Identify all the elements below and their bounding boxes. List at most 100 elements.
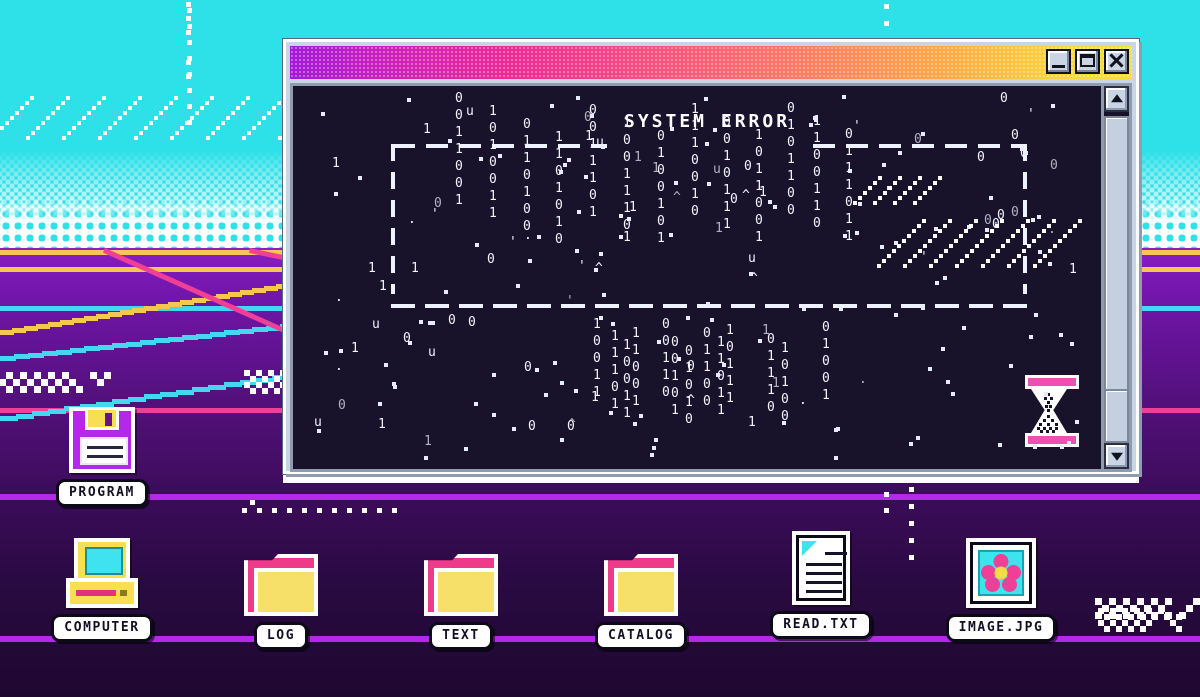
image-file-icon[interactable] [941, 530, 1061, 608]
binary-glyph: 1 [691, 136, 699, 151]
folder-icon[interactable] [401, 538, 521, 616]
streak-pixel [0, 126, 4, 130]
binary-glyph: 0 [623, 355, 631, 370]
desktop-icon-log[interactable]: LOG [221, 538, 341, 650]
streak-pixel [236, 106, 240, 110]
hourglass-sand-pixel [1039, 423, 1042, 426]
binary-glyph: 1 [813, 182, 821, 197]
document-icon[interactable] [792, 531, 850, 605]
checkerboard-dissolve [1095, 598, 1200, 619]
binary-glyph: 0 [787, 101, 795, 116]
binary-glyph: 0 [781, 358, 789, 373]
scroll-down-arrow[interactable] [1104, 443, 1129, 469]
minimize-button[interactable] [1046, 49, 1071, 74]
folder-icon[interactable] [221, 538, 341, 616]
noise-pixel [599, 252, 603, 256]
close-button[interactable] [1104, 49, 1129, 74]
binary-glyph: 1 [723, 217, 731, 232]
streak-pixel [61, 101, 65, 105]
streak-pixel [170, 136, 174, 140]
desktop-icon-catalog[interactable]: CATALOG [581, 538, 701, 650]
vertical-scrollbar[interactable] [1101, 86, 1129, 469]
noise-pixel [1029, 335, 1033, 339]
binary-glyph: 0 [703, 326, 711, 341]
image-frame [970, 542, 1032, 604]
binary-glyph: 0 [723, 166, 731, 181]
binary-glyph: 1 [845, 144, 853, 159]
noise-pixel [858, 202, 862, 206]
binary-glyph: 0 [657, 214, 665, 229]
folder-icon[interactable] [244, 554, 318, 616]
system-error-window[interactable]: SYSTEM ERROR 001100110011101001111001011… [283, 39, 1139, 474]
desktop-icon-image-jpg[interactable]: IMAGE.JPG [941, 530, 1061, 642]
noise-pixel [916, 436, 920, 440]
noise-pixel [935, 281, 939, 285]
computer-icon[interactable] [42, 530, 162, 608]
hourglass-sand-pixel [1049, 405, 1052, 408]
noise-pixel [317, 429, 321, 433]
binary-glyph: 1 [755, 162, 763, 177]
desktop-icon-computer[interactable]: COMPUTER [42, 530, 162, 642]
scroll-up-arrow[interactable] [1104, 86, 1129, 112]
binary-glyph: 1 [691, 187, 699, 202]
noise-pixel [321, 112, 325, 116]
binary-glyph: 1 [717, 386, 725, 401]
binary-glyph: 0 [845, 127, 853, 142]
noise-pixel [670, 127, 674, 131]
streak-pixel [262, 116, 266, 120]
binary-glyph: 0 [703, 394, 711, 409]
binary-glyph: 1 [623, 406, 631, 421]
streak-pixel [185, 121, 189, 125]
folder-icon[interactable] [604, 554, 678, 616]
binary-glyph: 0 [671, 386, 679, 401]
binary-glyph: 0 [489, 155, 497, 170]
streak-pixel [128, 106, 132, 110]
streak-pixel [41, 121, 45, 125]
noise-pixel [1031, 218, 1035, 222]
streak-pixel [134, 136, 138, 140]
floppy-disk-icon[interactable] [42, 395, 162, 473]
document-icon[interactable] [761, 527, 881, 605]
computer-icon[interactable] [66, 538, 138, 608]
folder-icon[interactable] [581, 538, 701, 616]
binary-glyph: 0 [593, 334, 601, 349]
binary-glyph: 1 [726, 374, 734, 389]
window-titlebar[interactable] [290, 46, 1132, 79]
streak-pixel [159, 111, 163, 115]
noise-pixel [619, 235, 623, 239]
hourglass-sand-pixel [1055, 427, 1058, 430]
noise-pixel [713, 128, 717, 132]
noise-pixel [535, 368, 539, 372]
grid-horizontal-line [0, 494, 1200, 500]
desktop-icon-label: IMAGE.JPG [945, 614, 1057, 642]
binary-glyph: 1 [726, 391, 734, 406]
maximize-button[interactable] [1075, 49, 1100, 74]
noise-pixel [650, 453, 654, 457]
folder-icon[interactable] [424, 554, 498, 616]
binary-glyph: 1 [634, 150, 642, 165]
binary-glyph: 1 [781, 375, 789, 390]
binary-glyph: 0 [455, 91, 463, 106]
binary-glyph: 0 [691, 153, 699, 168]
noise-pixel [654, 438, 658, 442]
image-file-icon[interactable] [966, 538, 1036, 608]
desktop-icon-read-txt[interactable]: READ.TXT [761, 527, 881, 639]
noise-pixel [474, 402, 478, 406]
binary-glyph: ' [431, 207, 439, 222]
scrollbar-track[interactable] [1104, 112, 1129, 443]
desktop-icon-program[interactable]: PROGRAM [42, 395, 162, 507]
floppy-disk-icon[interactable] [69, 407, 135, 473]
noise-pixel [894, 313, 898, 317]
desktop-icon-text[interactable]: TEXT [401, 538, 521, 650]
binary-glyph: ' [1027, 107, 1035, 122]
binary-glyph: 1 [611, 363, 619, 378]
desktop-icon-label: COMPUTER [51, 614, 153, 642]
scrollbar-thumb-lower[interactable] [1104, 389, 1129, 443]
binary-glyph: 1 [822, 337, 830, 352]
noise-pixel [419, 320, 423, 324]
scrollbar-thumb[interactable] [1104, 116, 1129, 416]
noise-pixel [584, 175, 588, 179]
binary-glyph: 1 [632, 343, 640, 358]
noise-pixel [842, 95, 846, 99]
noise-pixel [998, 443, 1002, 447]
